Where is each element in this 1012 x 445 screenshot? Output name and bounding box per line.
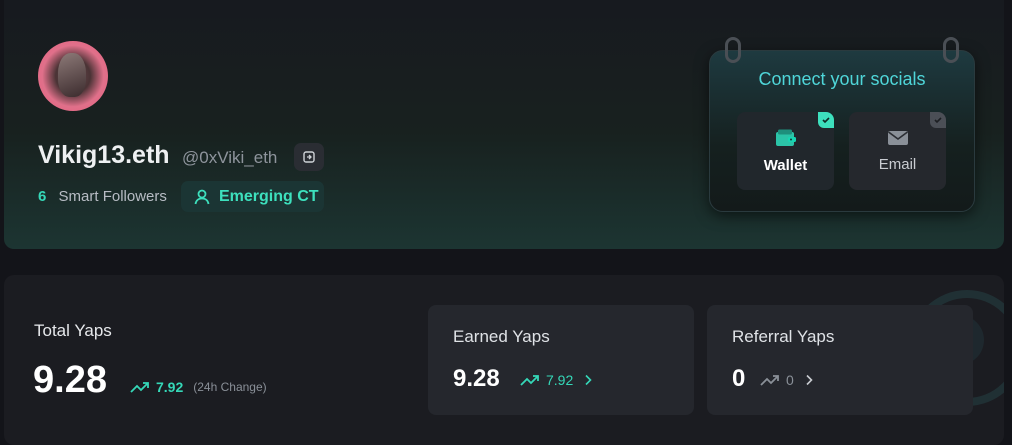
connected-check-icon (818, 112, 834, 128)
earned-yaps-card[interactable]: Earned Yaps 9.28 7.92 (428, 305, 694, 415)
ring-right (943, 37, 959, 63)
email-label: Email (878, 155, 917, 173)
copy-handle-button[interactable] (294, 143, 324, 171)
display-name: Vikig13.eth (38, 141, 170, 169)
total-change-value: 7.92 (156, 379, 184, 395)
socials-title: Connect your socials (758, 69, 926, 89)
email-button[interactable]: Email (849, 112, 946, 190)
user-handle[interactable]: @0xViki_eth (182, 148, 277, 168)
email-icon (887, 130, 908, 145)
earned-yaps-change: 7.92 (520, 372, 593, 388)
referral-yaps-change: 0 (760, 372, 814, 388)
referral-change-value: 0 (786, 372, 794, 388)
check-icon (930, 112, 946, 128)
total-yaps-change: 7.92 (24h Change) (130, 379, 267, 395)
earned-yaps-label: Earned Yaps (453, 327, 550, 346)
wallet-button[interactable]: Wallet (737, 112, 834, 190)
earned-yaps-value: 9.28 (453, 365, 500, 392)
smart-followers: 6 Smart Followers (38, 188, 167, 205)
trend-up-icon (520, 375, 539, 386)
total-yaps-label: Total Yaps (34, 321, 112, 340)
wallet-label: Wallet (763, 156, 808, 174)
earned-change-value: 7.92 (546, 372, 574, 388)
smart-followers-count: 6 (38, 188, 47, 205)
trend-up-icon (760, 375, 779, 386)
wallet-icon (775, 129, 796, 146)
ring-left (725, 37, 741, 63)
referral-yaps-label: Referral Yaps (732, 327, 835, 346)
yaps-stats-card: Total Yaps 9.28 7.92 (24h Change) Earned… (4, 275, 1004, 445)
chevron-right-icon (806, 374, 813, 386)
referral-yaps-card[interactable]: Referral Yaps 0 0 (707, 305, 973, 415)
avatar-image (58, 53, 86, 97)
total-yaps-value: 9.28 (33, 359, 107, 401)
status-badge: Emerging CT (181, 181, 324, 212)
copy-icon (303, 151, 315, 163)
avatar[interactable] (38, 41, 108, 111)
connect-socials-card: Connect your socials Wallet Email (709, 37, 975, 212)
trend-up-icon (130, 382, 149, 393)
chevron-right-icon (585, 374, 592, 386)
referral-yaps-value: 0 (732, 365, 746, 392)
badge-label: Emerging CT (219, 187, 319, 205)
user-icon (194, 189, 210, 204)
smart-followers-label: Smart Followers (58, 188, 167, 205)
change-period-note: (24h Change) (193, 380, 267, 394)
